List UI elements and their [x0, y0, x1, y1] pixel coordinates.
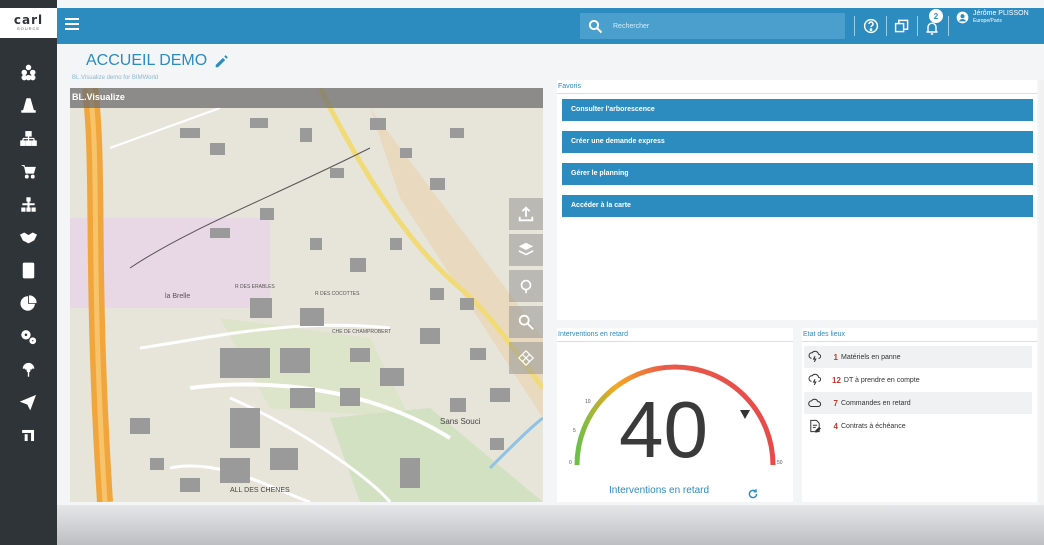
user-icon	[956, 11, 969, 23]
user-timezone: Europe/Paris	[973, 18, 1002, 24]
map-label-erables: R DES ERABLES	[235, 284, 275, 290]
gauge-value: 40	[619, 385, 708, 474]
app-window: carl SOURCE Rechercher 2 Jérôme PLISSON …	[0, 0, 1044, 545]
search-box[interactable]: Rechercher	[580, 13, 845, 39]
map-label-champrobert: CHE DE CHAMPROBERT	[332, 329, 391, 335]
handshake-icon[interactable]	[0, 221, 57, 254]
fav-planning-button[interactable]: Gérer le planning	[562, 163, 1033, 185]
help-icon[interactable]	[862, 17, 880, 35]
map-label-cocottes: R DES COCOTTES	[315, 291, 360, 297]
menu-icon[interactable]	[65, 18, 79, 32]
layers-icon[interactable]	[509, 234, 543, 266]
status-row-commandes[interactable]: 7 Commandes en retard	[804, 392, 1032, 414]
status-count: 1	[833, 352, 838, 362]
status-label: Matériels en panne	[841, 353, 901, 361]
search-placeholder: Rechercher	[613, 22, 650, 30]
status-count: 4	[833, 421, 838, 431]
map-canvas: la Brelle R DES ERABLES R DES COCOTTES C…	[70, 88, 543, 502]
carl-logo[interactable]: carl SOURCE	[0, 8, 57, 38]
separator	[948, 16, 949, 36]
cloud-icon	[808, 398, 822, 407]
gauge-label: Interventions en retard	[609, 485, 710, 496]
pie-chart-icon[interactable]	[0, 287, 57, 320]
refresh-icon[interactable]	[747, 488, 759, 500]
map-view[interactable]: la Brelle R DES ERABLES R DES COCOTTES C…	[70, 88, 543, 502]
gauge-max-label: 50	[777, 460, 783, 466]
navigate-icon[interactable]	[509, 270, 543, 302]
wireless-icon[interactable]	[0, 353, 57, 386]
fav-carte-button[interactable]: Accéder à la carte	[562, 195, 1033, 217]
sidebar: carl SOURCE	[0, 0, 57, 545]
status-row-materiels[interactable]: 1 Matériels en panne	[804, 346, 1032, 368]
favorites-heading: Favoris	[557, 80, 1037, 94]
map-title: BL.Visualize	[70, 88, 543, 108]
status-heading: Etat des lieux	[802, 328, 1037, 342]
interventions-panel: Interventions en retard 0 5 10 50 40 Int…	[557, 328, 793, 502]
grid-icon[interactable]	[509, 342, 543, 374]
status-label: Contrats à échéance	[841, 422, 906, 430]
logo-main: carl	[13, 12, 44, 27]
gears-icon[interactable]	[0, 320, 57, 353]
logo-sub: SOURCE	[16, 25, 41, 31]
map-toolbar	[509, 198, 543, 378]
status-count: 7	[833, 398, 838, 408]
status-label: Commandes en retard	[841, 399, 911, 407]
status-row-dt[interactable]: 12 DT à prendre en compte	[804, 369, 1032, 391]
storm-icon	[808, 373, 822, 386]
scrollbar[interactable]	[1039, 80, 1044, 505]
contract-icon	[810, 419, 821, 433]
separator	[854, 16, 855, 36]
fav-arborescence-button[interactable]: Consulter l'arborescence	[562, 99, 1033, 121]
network-icon[interactable]	[0, 122, 57, 155]
bottom-bar	[57, 505, 1044, 545]
windows-icon[interactable]	[893, 17, 911, 35]
notification-badge: 2	[929, 9, 943, 23]
search-icon	[588, 19, 603, 33]
status-label: DT à prendre en compte	[843, 376, 920, 384]
gauge-marker	[740, 410, 750, 419]
storm-icon	[808, 350, 822, 363]
cart-icon[interactable]	[0, 155, 57, 188]
upload-icon[interactable]	[509, 198, 543, 230]
page-title-text: ACCUEIL DEMO	[86, 52, 208, 69]
favorites-panel: Favoris Consulter l'arborescence Créer u…	[557, 80, 1037, 320]
org-icon[interactable]	[0, 188, 57, 221]
calculator-icon[interactable]	[0, 254, 57, 287]
top-bar: Rechercher	[57, 8, 1044, 44]
user-name: Jérôme PLISSON	[973, 10, 1029, 17]
map-label-chenes: ALL DES CHENES	[230, 487, 290, 494]
status-panel: Etat des lieux 1 Matériels en panne 12 D…	[802, 328, 1037, 502]
map-caption: BL.Visualize demo for BIMWorld	[72, 75, 159, 81]
gauge-tick-5: 5	[573, 428, 576, 434]
gauge-min-label: 0	[569, 460, 572, 466]
send-icon[interactable]	[0, 386, 57, 419]
separator	[917, 16, 918, 36]
status-count: 12	[832, 375, 841, 385]
logout-icon[interactable]	[0, 419, 57, 452]
edit-icon[interactable]	[213, 52, 231, 70]
separator	[886, 16, 887, 36]
hierarchy-icon[interactable]	[0, 56, 57, 89]
map-label-brelle: la Brelle	[165, 293, 190, 300]
page-title: ACCUEIL DEMO	[86, 52, 231, 70]
zoom-icon[interactable]	[509, 306, 543, 338]
status-row-contrats[interactable]: 4 Contrats à échéance	[804, 415, 1032, 437]
user-menu[interactable]: Jérôme PLISSON Europe/Paris	[956, 9, 1029, 25]
cone-icon[interactable]	[0, 89, 57, 122]
fav-demande-express-button[interactable]: Créer une demande express	[562, 131, 1033, 153]
map-label-sans-souci: Sans Souci	[440, 417, 481, 426]
gauge-tick-10: 10	[585, 399, 591, 405]
